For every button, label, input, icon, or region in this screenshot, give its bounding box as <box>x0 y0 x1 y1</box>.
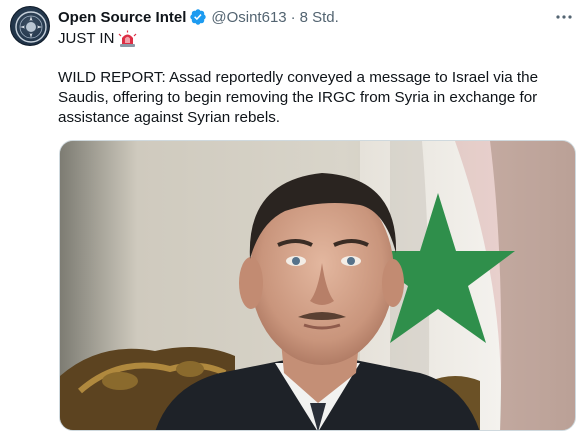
separator-dot: · <box>290 8 296 26</box>
osint-emblem-icon <box>15 11 47 43</box>
rotating-light-emoji-icon <box>118 30 137 48</box>
author-name[interactable]: Open Source Intel <box>58 9 186 26</box>
tweet-photo[interactable] <box>59 140 576 431</box>
just-in-text: JUST IN <box>58 30 115 47</box>
tweet-first-line: JUST IN <box>58 29 137 49</box>
photo-illustration <box>60 141 575 430</box>
avatar[interactable] <box>10 6 50 46</box>
tweet-text: WILD REPORT: Assad reportedly conveyed a… <box>58 69 539 126</box>
timestamp[interactable]: 8 Std. <box>300 9 339 26</box>
tweet-card[interactable]: Open Source Intel @Osint613 · 8 Std. JUS… <box>0 0 585 435</box>
tweet-header: Open Source Intel @Osint613 · 8 Std. <box>58 7 339 27</box>
author-handle[interactable]: @Osint613 <box>211 9 286 26</box>
verified-badge-icon <box>189 8 207 26</box>
more-options-icon[interactable] <box>553 7 575 27</box>
